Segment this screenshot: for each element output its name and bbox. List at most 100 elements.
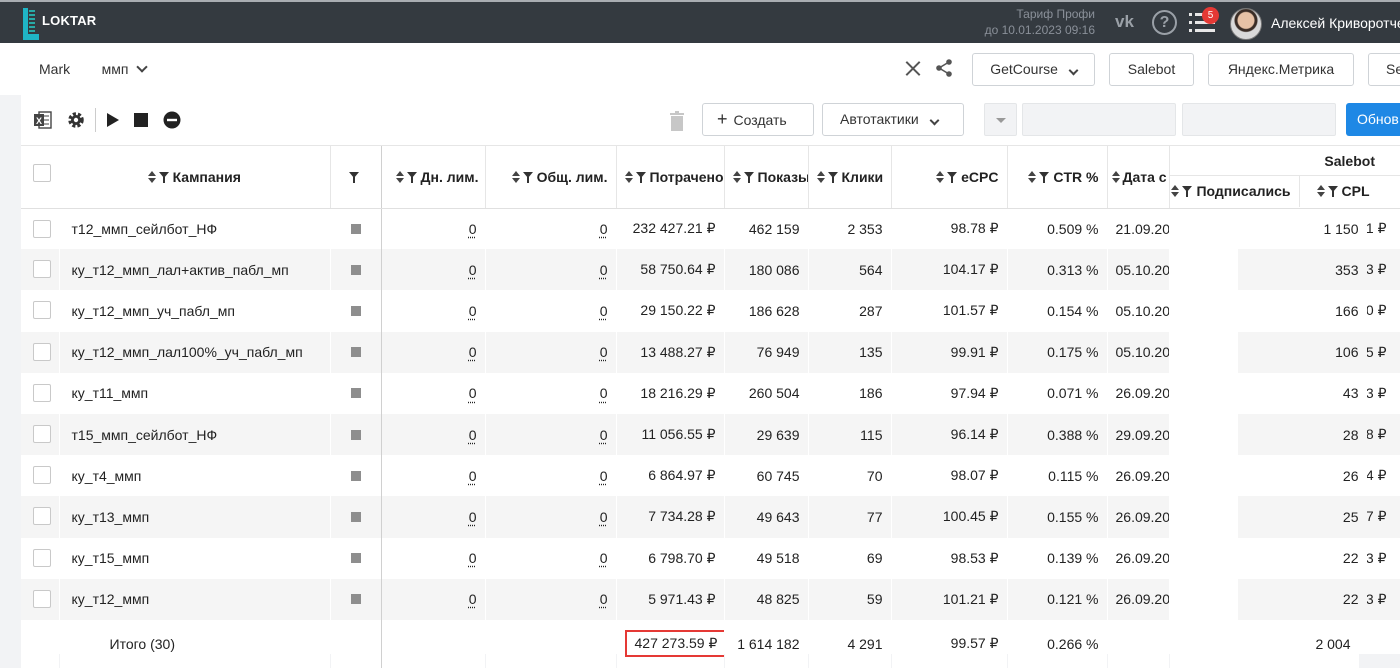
salebot-button[interactable]: Salebot (1109, 53, 1194, 86)
campaign-name[interactable]: ку_т13_ммп (59, 496, 330, 537)
column-header-shows[interactable]: Показы (724, 146, 808, 208)
column-header-clicks[interactable]: Клики (808, 146, 891, 208)
column-header-status[interactable] (330, 146, 381, 208)
day-limit-value[interactable]: 0 (469, 385, 477, 401)
table-row[interactable]: ку_т4_ммп006 864.97 ₽60 7457098.07 ₽0.11… (21, 455, 1400, 496)
row-checkbox[interactable] (33, 260, 51, 278)
sort-icon[interactable] (733, 171, 741, 183)
total-limit-value[interactable]: 0 (600, 468, 608, 484)
filter-icon[interactable] (349, 172, 359, 183)
column-header-day-limit[interactable]: Дн. лим. (381, 146, 485, 208)
filter-icon[interactable] (636, 172, 646, 183)
help-icon[interactable]: ? (1152, 10, 1177, 35)
autotactics-button[interactable]: Автотактики (822, 103, 964, 136)
table-row[interactable]: т15_ммп_сейлбот_НФ0011 056.55 ₽29 639115… (21, 414, 1400, 455)
trash-icon[interactable] (669, 111, 685, 131)
campaign-name[interactable]: т12_ммп_сейлбот_НФ (59, 208, 330, 249)
date-from-field[interactable] (1022, 103, 1176, 136)
column-header-ctr[interactable]: CTR % (1007, 146, 1107, 208)
sort-icon[interactable] (625, 171, 633, 183)
day-limit-value[interactable]: 0 (469, 262, 477, 278)
row-checkbox[interactable] (33, 343, 51, 361)
filter-icon[interactable] (828, 172, 838, 183)
day-limit-value[interactable]: 0 (469, 303, 477, 319)
campaign-name[interactable]: т15_ммп_сейлбот_НФ (59, 414, 330, 455)
filter-icon[interactable] (523, 172, 533, 183)
avatar[interactable] (1230, 8, 1262, 40)
table-row[interactable]: ку_т13_ммп007 734.28 ₽49 64377100.45 ₽0.… (21, 496, 1400, 537)
refresh-button[interactable]: Обнов (1346, 103, 1400, 136)
sort-icon[interactable] (936, 171, 944, 183)
column-header-total-limit[interactable]: Общ. лим. (485, 146, 616, 208)
row-checkbox[interactable] (33, 384, 51, 402)
filter-icon[interactable] (159, 172, 169, 183)
total-limit-value[interactable]: 0 (600, 385, 608, 401)
sort-icon[interactable] (1171, 185, 1179, 197)
row-checkbox[interactable] (33, 466, 51, 484)
sort-icon[interactable] (396, 171, 404, 183)
total-limit-value[interactable]: 0 (600, 591, 608, 607)
filter-dropdown[interactable] (984, 103, 1017, 136)
app-logo[interactable]: LOKTAR (22, 8, 96, 40)
day-limit-value[interactable]: 0 (469, 427, 477, 443)
day-limit-value[interactable]: 0 (469, 550, 477, 566)
row-checkbox[interactable] (33, 590, 51, 608)
filter-icon[interactable] (947, 172, 957, 183)
total-limit-value[interactable]: 0 (600, 221, 608, 237)
column-header-cpl[interactable]: CPL (1300, 176, 1380, 207)
day-limit-value[interactable]: 0 (469, 221, 477, 237)
sort-icon[interactable] (1112, 171, 1120, 183)
sort-icon[interactable] (1028, 171, 1036, 183)
column-header-spent[interactable]: Потрачено (616, 146, 724, 208)
close-icon[interactable] (905, 60, 921, 76)
filter-icon[interactable] (1182, 186, 1192, 197)
minus-circle-icon[interactable] (163, 111, 181, 129)
campaign-name[interactable]: ку_т12_ммп_лал100%_уч_пабл_мп (59, 332, 330, 373)
sort-icon[interactable] (512, 171, 520, 183)
row-checkbox[interactable] (33, 549, 51, 567)
stop-icon[interactable] (134, 113, 148, 127)
campaign-name[interactable]: ку_т12_ммп (59, 579, 330, 620)
select-all-checkbox[interactable] (33, 164, 51, 182)
campaign-name[interactable]: ку_т15_ммп (59, 538, 330, 579)
total-limit-value[interactable]: 0 (600, 550, 608, 566)
total-limit-value[interactable]: 0 (600, 427, 608, 443)
row-checkbox[interactable] (33, 220, 51, 238)
table-row[interactable]: ку_т15_ммп006 798.70 ₽49 5186998.53 ₽0.1… (21, 538, 1400, 579)
table-row[interactable]: ку_т12_ммп_лал100%_уч_пабл_мп0013 488.27… (21, 332, 1400, 373)
filter-icon[interactable] (1328, 186, 1338, 197)
campaign-name[interactable]: ку_т11_ммп (59, 373, 330, 414)
row-checkbox[interactable] (33, 301, 51, 319)
tariff-info[interactable]: Тариф Профи до 10.01.2023 09:16 (985, 6, 1095, 38)
table-row[interactable]: ку_т12_ммп005 971.43 ₽48 82559101.21 ₽0.… (21, 579, 1400, 620)
total-limit-value[interactable]: 0 (600, 303, 608, 319)
table-row[interactable]: ку_т11_ммп0018 216.29 ₽260 50418697.94 ₽… (21, 373, 1400, 414)
table-row[interactable]: ку_т12_ммп_уч_пабл_мп0029 150.22 ₽186 62… (21, 290, 1400, 331)
day-limit-value[interactable]: 0 (469, 509, 477, 525)
day-limit-value[interactable]: 0 (469, 344, 477, 360)
total-limit-value[interactable]: 0 (600, 344, 608, 360)
day-limit-value[interactable]: 0 (469, 468, 477, 484)
column-header-ecpc[interactable]: eCPC (891, 146, 1007, 208)
filter-icon[interactable] (744, 172, 754, 183)
sort-icon[interactable] (1317, 185, 1325, 197)
vk-icon[interactable]: vk (1115, 12, 1134, 32)
share-icon[interactable] (934, 58, 954, 78)
campaign-name[interactable]: ку_т12_ммп_лал+актив_пабл_мп (59, 249, 330, 290)
column-header-date[interactable]: Дата с (1107, 146, 1169, 208)
excel-export-icon[interactable]: X (34, 111, 52, 129)
project-selector[interactable]: Market / ммп (39, 61, 146, 77)
campaign-name[interactable]: ку_т12_ммп_уч_пабл_мп (59, 290, 330, 331)
yandex-metrika-button[interactable]: Яндекс.Метрика (1208, 53, 1354, 86)
row-checkbox[interactable] (33, 507, 51, 525)
total-limit-value[interactable]: 0 (600, 509, 608, 525)
user-name[interactable]: Алексей Криворотче (1271, 15, 1400, 31)
play-icon[interactable] (105, 111, 121, 129)
column-header-subscribed[interactable]: Подписались (1170, 176, 1300, 207)
column-header-campaign[interactable]: Кампания (59, 146, 330, 208)
gear-icon[interactable] (67, 111, 85, 129)
filter-icon[interactable] (1039, 172, 1049, 183)
filter-icon[interactable] (407, 172, 417, 183)
sort-icon[interactable] (817, 171, 825, 183)
day-limit-value[interactable]: 0 (469, 591, 477, 607)
